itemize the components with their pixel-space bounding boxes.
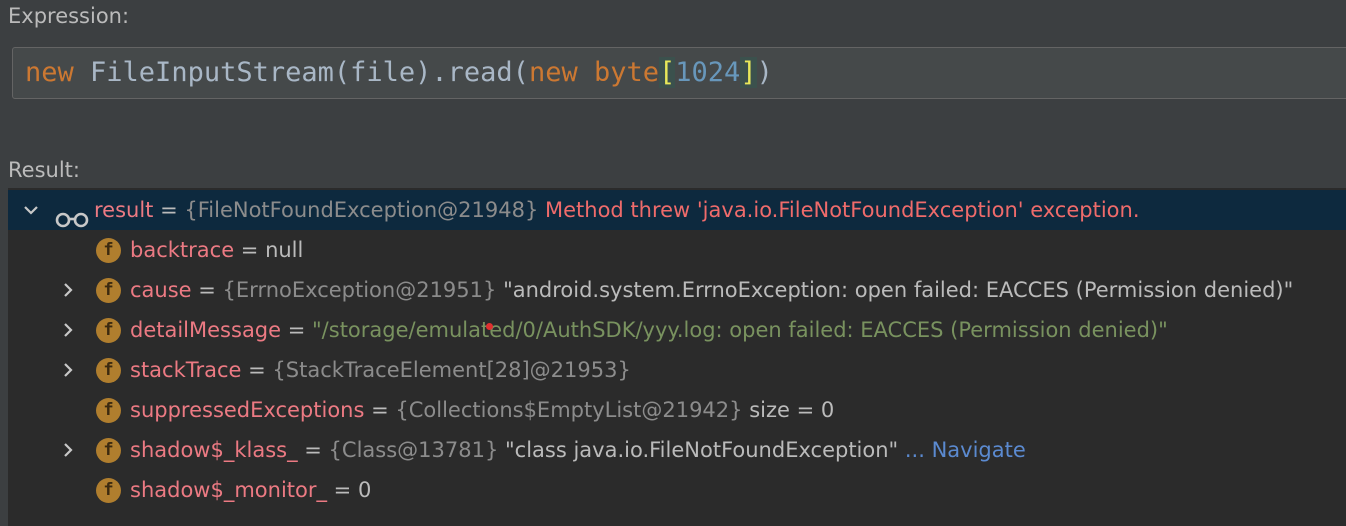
field-icon: f: [96, 318, 121, 343]
code-text: FileInputStream(file).read(: [73, 57, 529, 88]
expression-label: Expression:: [8, 4, 130, 28]
field-name: stackTrace: [130, 358, 242, 382]
field-name: detailMessage: [130, 318, 282, 342]
tree-row-cause[interactable]: f cause = {ErrnoException@21951} "androi…: [8, 270, 1346, 310]
bracket-open: [: [659, 57, 676, 88]
expression-input[interactable]: new FileInputStream(file).read(new byte[…: [12, 47, 1346, 99]
variable-type: {FileNotFoundException@21948}: [184, 198, 539, 222]
cursor-marker: [486, 323, 493, 330]
bracket-close: ]: [740, 57, 757, 88]
equals-sign: =: [297, 438, 329, 462]
result-tree[interactable]: result = {FileNotFoundException@21948} M…: [8, 188, 1346, 526]
field-icon: f: [96, 478, 121, 503]
field-type: {Collections$EmptyList@21942}: [395, 398, 743, 422]
field-name: shadow$_monitor_: [130, 478, 327, 502]
tree-row-suppressed-exceptions[interactable]: f suppressedExceptions = {Collections$Em…: [8, 390, 1346, 430]
field-icon: f: [96, 358, 121, 383]
field-value: null: [265, 238, 304, 262]
keyword-new: new: [25, 57, 74, 88]
field-name: shadow$_klass_: [130, 438, 298, 462]
equals-sign: =: [364, 398, 396, 422]
error-message: Method threw 'java.io.FileNotFoundExcept…: [538, 198, 1140, 222]
tree-row-shadow-monitor[interactable]: f shadow$_monitor_ = 0: [8, 470, 1346, 510]
field-value: size = 0: [742, 398, 835, 422]
field-name: backtrace: [130, 238, 235, 262]
expression-code[interactable]: new FileInputStream(file).read(new byte[…: [25, 57, 773, 89]
chevron-right-icon[interactable]: [57, 350, 77, 390]
chevron-down-icon[interactable]: [20, 190, 40, 230]
equals-sign: =: [327, 478, 358, 502]
equals-sign: =: [153, 198, 185, 222]
tree-row-detail-message[interactable]: f detailMessage = "/storage/emulated/0/A…: [8, 310, 1346, 350]
number-literal: 1024: [675, 57, 741, 88]
field-icon: f: [96, 438, 121, 463]
result-label: Result:: [8, 158, 80, 182]
field-icon: f: [96, 278, 121, 303]
equals-sign: =: [191, 278, 223, 302]
equals-sign: =: [281, 318, 313, 342]
watch-glasses-icon: [55, 202, 89, 228]
tree-row-result[interactable]: result = {FileNotFoundException@21948} M…: [8, 190, 1346, 230]
field-type: {Class@13781}: [328, 438, 499, 462]
field-name: cause: [130, 278, 192, 302]
variable-name: result: [94, 198, 154, 222]
equals-sign: =: [241, 358, 273, 382]
field-icon: f: [96, 398, 121, 423]
keyword-byte: byte: [593, 57, 660, 88]
keyword-new: new: [528, 57, 578, 88]
paren-close: ): [756, 57, 773, 88]
field-value: 0: [357, 478, 372, 502]
chevron-right-icon[interactable]: [57, 430, 77, 470]
navigate-link[interactable]: ... Navigate: [898, 438, 1026, 462]
tree-row-stack-trace[interactable]: f stackTrace = {StackTraceElement[28]@21…: [8, 350, 1346, 390]
field-type: {StackTraceElement[28]@21953}: [272, 358, 631, 382]
chevron-right-icon[interactable]: [57, 270, 77, 310]
equals-sign: =: [234, 238, 266, 262]
chevron-right-icon[interactable]: [57, 310, 77, 350]
field-icon: f: [96, 238, 121, 263]
field-value: "class java.io.FileNotFoundException": [498, 438, 899, 462]
tree-row-backtrace[interactable]: f backtrace = null: [8, 230, 1346, 270]
field-string-value: "/storage/emulated/0/AuthSDK/yyy.log: op…: [312, 318, 1168, 342]
field-name: suppressedExceptions: [130, 398, 365, 422]
field-value: "android.system.ErrnoException: open fai…: [496, 278, 1294, 302]
tree-row-shadow-klass[interactable]: f shadow$_klass_ = {Class@13781} "class …: [8, 430, 1346, 470]
field-type: {ErrnoException@21951}: [222, 278, 497, 302]
